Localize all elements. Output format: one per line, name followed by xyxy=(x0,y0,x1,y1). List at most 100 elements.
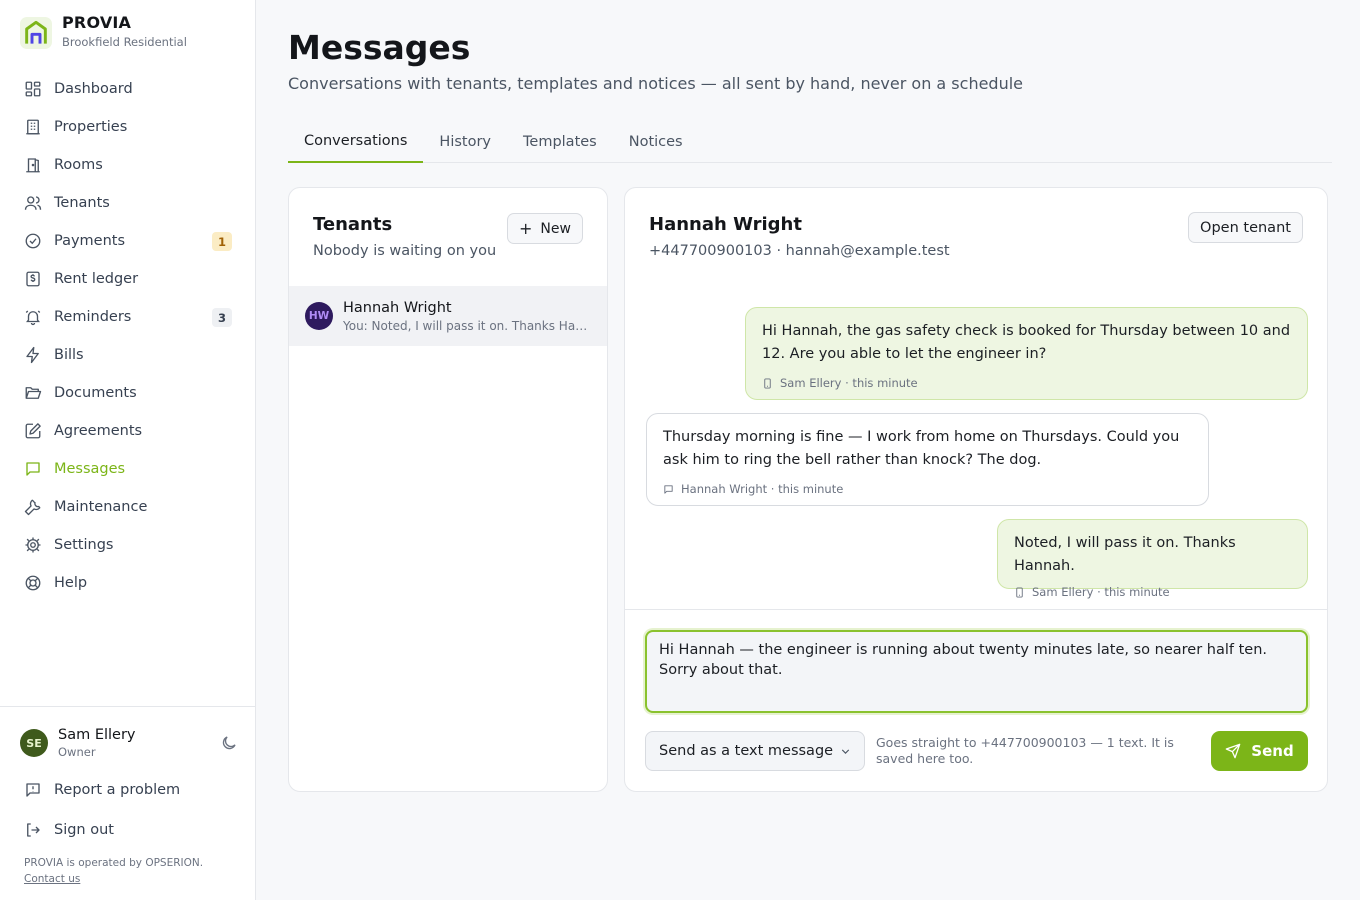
page-subtitle: Conversations with tenants, templates an… xyxy=(288,74,1024,93)
conversation-name: Hannah Wright xyxy=(343,299,452,316)
message-text: Hi Hannah, the gas safety check is booke… xyxy=(762,323,1291,362)
send-button-label: Send xyxy=(1251,742,1294,760)
message-text: Noted, I will pass it on. Thanks Hannah. xyxy=(1014,535,1236,574)
report-problem-label: Report a problem xyxy=(54,782,181,798)
sidebar-item-payments[interactable]: Payments 1 xyxy=(12,222,244,260)
user-role: Owner xyxy=(58,745,96,759)
tab-templates[interactable]: Templates xyxy=(507,120,613,163)
sidebar-item-agreements[interactable]: Agreements xyxy=(12,412,244,450)
brand-name: PROVIA xyxy=(62,13,132,32)
avatar: HW xyxy=(305,302,333,330)
sidebar-item-label: Payments xyxy=(54,233,126,249)
message-icon xyxy=(24,460,42,478)
chat-contact-details: +447700900103 · hannah@example.test xyxy=(649,243,950,259)
message-bubble-outgoing: Noted, I will pass it on. Thanks Hannah.… xyxy=(997,519,1308,599)
sidebar-item-reminders[interactable]: Reminders 3 xyxy=(12,298,244,336)
channel-select[interactable]: Send as a text message xyxy=(645,731,865,771)
door-icon xyxy=(24,156,42,174)
sidebar-item-help[interactable]: Help xyxy=(12,564,244,602)
message-bubble-incoming: Thursday morning is fine — I work from h… xyxy=(646,413,1209,506)
sidebar-item-label: Reminders xyxy=(54,309,132,325)
sidebar: PROVIA Brookfield Residential Dashboard … xyxy=(0,0,256,900)
sidebar-item-label: Messages xyxy=(54,461,126,477)
message-meta: Sam Ellery · this minute xyxy=(1032,585,1170,599)
tenants-panel: Tenants Nobody is waiting on you + New H… xyxy=(288,187,608,792)
sidebar-item-label: Tenants xyxy=(54,195,110,211)
sidebar-item-label: Help xyxy=(54,575,88,591)
sidebar-item-maintenance[interactable]: Maintenance xyxy=(12,488,244,526)
sign-out-link[interactable]: Sign out xyxy=(24,821,114,839)
sign-out-icon xyxy=(24,821,42,839)
report-icon xyxy=(24,781,42,799)
bolt-icon xyxy=(24,346,42,364)
conversation-preview: You: Noted, I will pass it on. Thanks Ha… xyxy=(343,318,589,333)
message-composer-input[interactable]: Hi Hannah — the engineer is running abou… xyxy=(645,630,1308,713)
sidebar-item-label: Rent ledger xyxy=(54,271,139,287)
report-problem-link[interactable]: Report a problem xyxy=(24,781,180,799)
sidebar-item-properties[interactable]: Properties xyxy=(12,108,244,146)
new-button-label: New xyxy=(540,220,571,237)
user-name: Sam Ellery xyxy=(58,727,136,743)
send-button[interactable]: Send xyxy=(1211,731,1308,771)
sidebar-item-label: Agreements xyxy=(54,423,143,439)
message-meta: Hannah Wright · this minute xyxy=(681,482,844,496)
check-circle-icon xyxy=(24,232,42,250)
tenants-panel-title: Tenants xyxy=(313,214,393,235)
moon-icon[interactable] xyxy=(220,734,238,752)
sidebar-item-label: Maintenance xyxy=(54,499,148,515)
tab-history[interactable]: History xyxy=(423,120,507,163)
sidebar-item-label: Documents xyxy=(54,385,137,401)
message-meta: Sam Ellery · this minute xyxy=(780,376,918,390)
send-icon xyxy=(1225,743,1241,759)
bell-icon xyxy=(24,308,42,326)
sidebar-item-rent-ledger[interactable]: Rent ledger xyxy=(12,260,244,298)
tenants-panel-subtitle: Nobody is waiting on you xyxy=(313,243,497,259)
sidebar-item-label: Bills xyxy=(54,347,84,363)
folder-icon xyxy=(24,384,42,402)
page-title: Messages xyxy=(288,28,471,67)
composer-divider xyxy=(625,609,1327,610)
gear-icon xyxy=(24,536,42,554)
footer-note: PROVIA is operated by OPSERION. Contact … xyxy=(24,855,203,887)
user-profile[interactable]: SE Sam Ellery Owner xyxy=(20,727,238,759)
tab-conversations[interactable]: Conversations xyxy=(288,120,424,163)
chat-tenant-name: Hannah Wright xyxy=(649,214,802,235)
tab-notices[interactable]: Notices xyxy=(613,120,699,163)
tab-bar: Conversations History Templates Notices xyxy=(288,120,1332,163)
dashboard-icon xyxy=(24,80,42,98)
wrench-icon xyxy=(24,498,42,516)
pen-icon xyxy=(24,422,42,440)
contact-us-link[interactable]: Contact us xyxy=(24,873,80,885)
new-conversation-button[interactable]: + New xyxy=(507,213,583,244)
open-tenant-button[interactable]: Open tenant xyxy=(1188,212,1303,243)
sidebar-nav: Dashboard Properties Rooms Tenants Payme… xyxy=(12,70,244,602)
phone-icon xyxy=(762,378,773,389)
brand[interactable]: PROVIA Brookfield Residential xyxy=(20,14,187,49)
chat-panel: Hannah Wright +447700900103 · hannah@exa… xyxy=(624,187,1328,792)
lifebuoy-icon xyxy=(24,574,42,592)
brand-logo-icon xyxy=(20,17,52,49)
chevron-down-icon xyxy=(839,745,852,758)
message-bubble-outgoing: Hi Hannah, the gas safety check is booke… xyxy=(745,307,1308,400)
sidebar-item-label: Properties xyxy=(54,119,128,135)
sidebar-item-documents[interactable]: Documents xyxy=(12,374,244,412)
list-item[interactable]: HW Hannah Wright You: Noted, I will pass… xyxy=(289,286,607,346)
brand-subtitle: Brookfield Residential xyxy=(62,35,187,49)
sidebar-item-dashboard[interactable]: Dashboard xyxy=(12,70,244,108)
operator-note: PROVIA is operated by OPSERION. xyxy=(24,857,204,869)
plus-icon: + xyxy=(519,219,533,238)
channel-select-value: Send as a text message xyxy=(659,743,834,759)
sidebar-item-bills[interactable]: Bills xyxy=(12,336,244,374)
sidebar-item-tenants[interactable]: Tenants xyxy=(12,184,244,222)
users-icon xyxy=(24,194,42,212)
phone-icon xyxy=(1014,587,1025,598)
send-hint: Goes straight to +447700900103 — 1 text.… xyxy=(876,735,1174,766)
payments-count-badge: 1 xyxy=(212,232,232,251)
sidebar-item-rooms[interactable]: Rooms xyxy=(12,146,244,184)
sidebar-item-settings[interactable]: Settings xyxy=(12,526,244,564)
sidebar-item-messages[interactable]: Messages xyxy=(12,450,244,488)
building-icon xyxy=(24,118,42,136)
ledger-icon xyxy=(24,270,42,288)
message-icon xyxy=(663,484,674,495)
sidebar-item-label: Settings xyxy=(54,537,114,553)
